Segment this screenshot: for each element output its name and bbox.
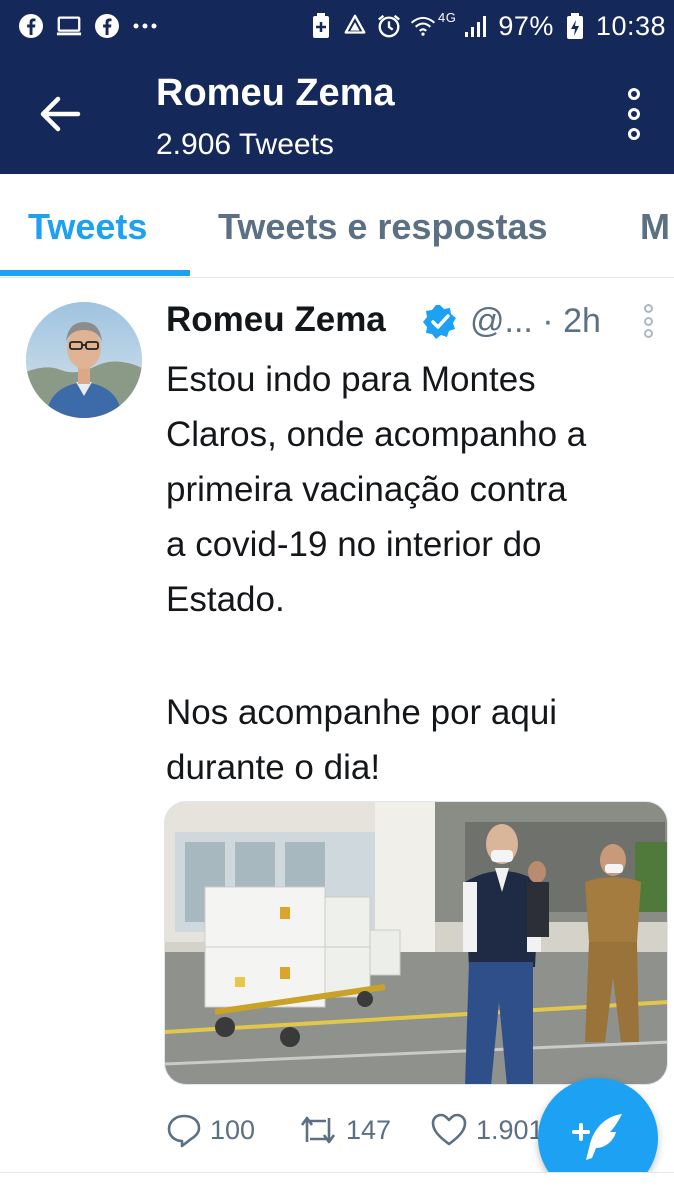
tweet-text-paragraph-1: Estou indo para Montes Claros, onde acom…: [166, 352, 666, 627]
tweet-text-line: Estado.: [166, 580, 285, 619]
network-type: 4G: [438, 9, 457, 25]
battery-percentage: 97%: [498, 10, 554, 41]
tab-tweets[interactable]: Tweets: [28, 206, 147, 248]
tweet-text-line: primeira vacinação contra: [166, 470, 567, 509]
tab-tweets-and-replies[interactable]: Tweets e respostas: [218, 206, 547, 248]
signal-icon: [464, 13, 490, 39]
profile-tabs: Tweets Tweets e respostas M: [0, 174, 674, 278]
profile-header: Romeu Zema 2.906 Tweets: [0, 52, 674, 174]
tab-media[interactable]: M: [640, 206, 670, 248]
tweet-text-line: Nos acompanhe por aqui: [166, 693, 558, 732]
tweet-more-icon[interactable]: [640, 304, 656, 338]
like-button[interactable]: 1.901: [430, 1108, 544, 1152]
tweet-text-line: Claros, onde acompanho a: [166, 415, 587, 454]
battery-icon: [562, 13, 588, 39]
reply-button[interactable]: 100: [166, 1108, 255, 1152]
reply-count: 100: [210, 1114, 256, 1145]
alarm-icon: [376, 13, 402, 39]
reply-icon: [167, 1114, 201, 1148]
status-bar-notifications: [18, 12, 158, 40]
tweet-text-line: durante o dia!: [166, 748, 381, 787]
screen-cast-icon: [56, 13, 82, 39]
verified-badge-icon: [422, 304, 458, 340]
retweet-button[interactable]: 147: [298, 1108, 391, 1152]
tweet-text-line: a covid-19 no interior do: [166, 525, 542, 564]
tweet-text-line: Estou indo para Montes: [166, 360, 536, 399]
data-saver-icon: [308, 13, 334, 39]
compose-tweet-icon: [572, 1114, 622, 1160]
avatar[interactable]: [26, 302, 142, 418]
tweet-count: 2.906 Tweets: [156, 128, 334, 161]
tweet-author-name[interactable]: Romeu Zema: [166, 300, 386, 340]
tweet-media-image[interactable]: [164, 801, 668, 1085]
recycle-icon: [342, 13, 368, 39]
active-tab-indicator: [0, 270, 190, 276]
like-count: 1.901: [476, 1114, 544, 1145]
clock: 10:38: [595, 10, 666, 41]
tweet-handle-time: @... · 2h: [470, 302, 601, 340]
wifi-icon: [410, 13, 436, 39]
profile-name: Romeu Zema: [156, 72, 395, 114]
bottom-navigation: [0, 1173, 674, 1200]
more-vertical-icon[interactable]: [620, 88, 648, 140]
status-bar: 4G 97% 10:38: [0, 0, 674, 52]
more-notifications-icon: [132, 13, 158, 39]
facebook-icon: [94, 13, 120, 39]
retweet-icon: [300, 1116, 336, 1144]
heart-icon: [431, 1113, 467, 1146]
back-button[interactable]: [36, 92, 84, 136]
tweet-text-paragraph-2: Nos acompanhe por aqui durante o dia!: [166, 685, 666, 795]
retweet-count: 147: [346, 1114, 392, 1145]
arrow-left-icon: [40, 96, 81, 132]
facebook-icon: [18, 13, 44, 39]
status-bar-system: 4G 97% 10:38: [308, 8, 666, 44]
